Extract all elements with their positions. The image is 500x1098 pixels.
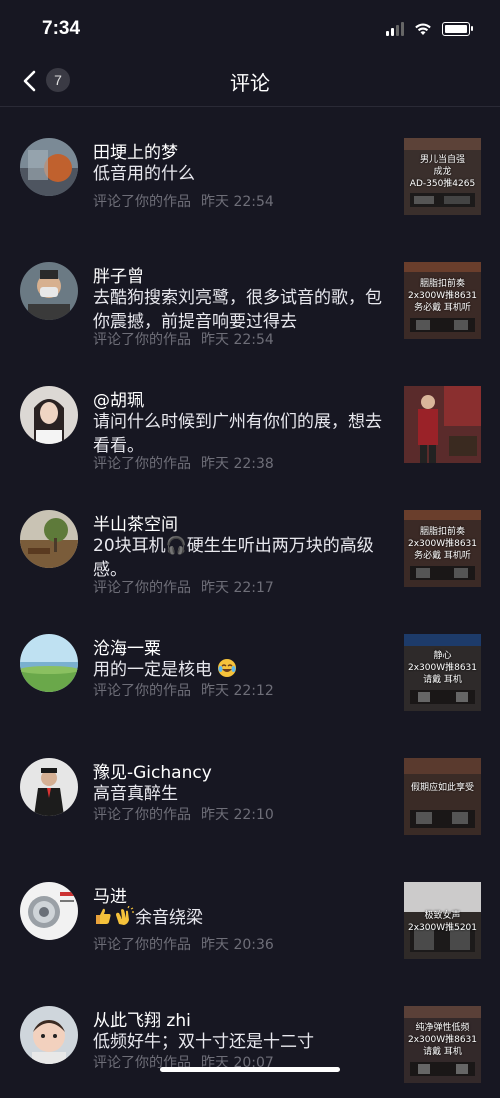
comment-text: 高音真醉生 [93,784,178,804]
signal-icon [386,22,404,36]
comment-meta: 评论了你的作品 昨天 22:54 [93,191,274,211]
thumbnail-caption: 胭脂扣前奏 2x300W推8631 务必戴 耳机听 [407,279,478,313]
thumbnail-caption: 男儿当自强 成龙 AD-350推4265 [409,155,476,189]
thumbs-up-icon [96,908,111,924]
comment-item[interactable]: 豫见-Gichancy 高音真醉生 评论了你的作品 昨天 22:10 假期应如此享… [0,726,500,850]
comment-text-body: 用的一定是核电 [93,660,212,680]
comment-text: 去酷狗搜索刘亮鹭，很多试音的歌，包你震撼，前提音响要过得去 [93,288,382,332]
avatar[interactable] [20,262,78,320]
video-thumbnail[interactable]: 假期应如此享受 [404,758,481,835]
comment-text: 请问什么时候到广州有你们的展，想去看看。 [93,412,382,456]
comment-text: 20块耳机🎧硬生生听出两万块的高级感。 [93,536,374,580]
thumbnail-caption: 纯净弹性低频 2x300W推8631 请戴 耳机 [407,1023,478,1057]
status-time: 7:34 [42,18,81,39]
comment-text: 用的一定是核电 [93,658,393,682]
timestamp: 昨天 22:54 [201,332,274,348]
avatar[interactable] [20,634,78,692]
timestamp: 昨天 22:10 [201,807,274,823]
video-thumbnail[interactable]: 胭脂扣前奏 2x300W推8631 务必戴 耳机听 [404,262,481,339]
comment-item[interactable]: 从此飞翔 zhi 低频好牛；双十寸还是十二寸 评论了你的作品 昨天 20:07 纯… [0,974,500,1098]
timestamp: 昨天 22:38 [201,456,274,472]
thumbnail-caption: 胭脂扣前奏 2x300W推8631 务必戴 耳机听 [407,527,478,561]
nav-bar: 7 评论 [0,58,500,107]
thumbnail-caption: 假期应如此享受 [410,783,474,793]
avatar[interactable] [20,1006,78,1064]
comment-meta: 评论了你的作品 昨天 20:36 [93,934,274,954]
action-text: 评论了你的作品 [93,683,191,699]
comment-item[interactable]: 田埂上的梦 低音用的什么 评论了你的作品 昨天 22:54 男儿当自强 成龙 AD… [0,106,500,230]
page-title: 评论 [230,71,270,95]
crying-laughing-emoji-icon [218,659,237,677]
thumbnail-caption: 极致女声 2x300W推5201 [407,911,478,933]
avatar[interactable] [20,758,78,816]
status-bar: 7:34 [0,0,500,60]
username[interactable]: 半山茶空间 [93,510,178,535]
battery-icon [442,22,473,36]
thumbnail-caption: 静心 2x300W推8631 请戴 耳机 [407,651,478,685]
status-icons [386,22,473,36]
comment-text-body: 余音绕梁 [135,908,203,928]
comment-text: 低音用的什么 [93,164,195,184]
action-text: 评论了你的作品 [93,456,191,472]
home-indicator[interactable] [160,1067,340,1072]
action-text: 评论了你的作品 [93,194,191,210]
avatar[interactable] [20,510,78,568]
action-text: 评论了你的作品 [93,580,191,596]
comment-meta: 评论了你的作品 昨天 22:38 [93,453,274,473]
timestamp: 昨天 22:12 [201,683,274,699]
avatar[interactable] [20,386,78,444]
comment-meta: 评论了你的作品 昨天 22:10 [93,804,274,824]
action-text: 评论了你的作品 [93,937,191,953]
username[interactable]: 马进 [93,882,127,907]
action-text: 评论了你的作品 [93,332,191,348]
username[interactable]: 田埂上的梦 [93,138,178,163]
comment-text: 低频好牛；双十寸还是十二寸 [93,1032,314,1052]
username[interactable]: 胖子曾 [93,262,144,287]
video-thumbnail[interactable] [404,386,481,463]
video-thumbnail[interactable]: 胭脂扣前奏 2x300W推8631 务必戴 耳机听 [404,510,481,587]
action-text: 评论了你的作品 [93,807,191,823]
video-thumbnail[interactable]: 极致女声 2x300W推5201 [404,882,481,959]
comment-item[interactable]: @胡珮 请问什么时候到广州有你们的展，想去看看。 评论了你的作品 昨天 22:38 [0,354,500,478]
timestamp: 昨天 22:17 [201,580,274,596]
comment-meta: 评论了你的作品 昨天 22:54 [93,329,274,349]
username[interactable]: @胡珮 [93,386,144,411]
avatar[interactable] [20,138,78,196]
username[interactable]: 沧海一粟 [93,634,161,659]
comment-item[interactable]: 胖子曾 去酷狗搜索刘亮鹭，很多试音的歌，包你震撼，前提音响要过得去 评论了你的作… [0,230,500,354]
username[interactable]: 从此飞翔 zhi [93,1006,191,1031]
username[interactable]: 豫见-Gichancy [93,758,212,783]
video-thumbnail[interactable]: 男儿当自强 成龙 AD-350推4265 [404,138,481,215]
timestamp: 昨天 22:54 [201,194,274,210]
comment-item[interactable]: 马进 余音绕梁 评论了你的作品 昨天 20:36 极致女声 2x300W推5201 [0,850,500,974]
timestamp: 昨天 20:36 [201,937,274,953]
wifi-icon [415,23,431,35]
comment-meta: 评论了你的作品 昨天 22:17 [93,577,274,597]
comment-meta: 评论了你的作品 昨天 22:12 [93,680,274,700]
clapping-hands-icon [116,906,134,925]
comment-text: 余音绕梁 [93,906,393,930]
avatar[interactable] [20,882,78,940]
comment-item[interactable]: 半山茶空间 20块耳机🎧硬生生听出两万块的高级感。 评论了你的作品 昨天 22:1… [0,478,500,602]
comment-item[interactable]: 沧海一粟 用的一定是核电 评论了你的作品 昨天 22:12 静心 2x300W推8… [0,602,500,726]
video-thumbnail[interactable]: 纯净弹性低频 2x300W推8631 请戴 耳机 [404,1006,481,1083]
comment-list: 田埂上的梦 低音用的什么 评论了你的作品 昨天 22:54 男儿当自强 成龙 AD… [0,106,500,1098]
video-thumbnail[interactable]: 静心 2x300W推8631 请戴 耳机 [404,634,481,711]
